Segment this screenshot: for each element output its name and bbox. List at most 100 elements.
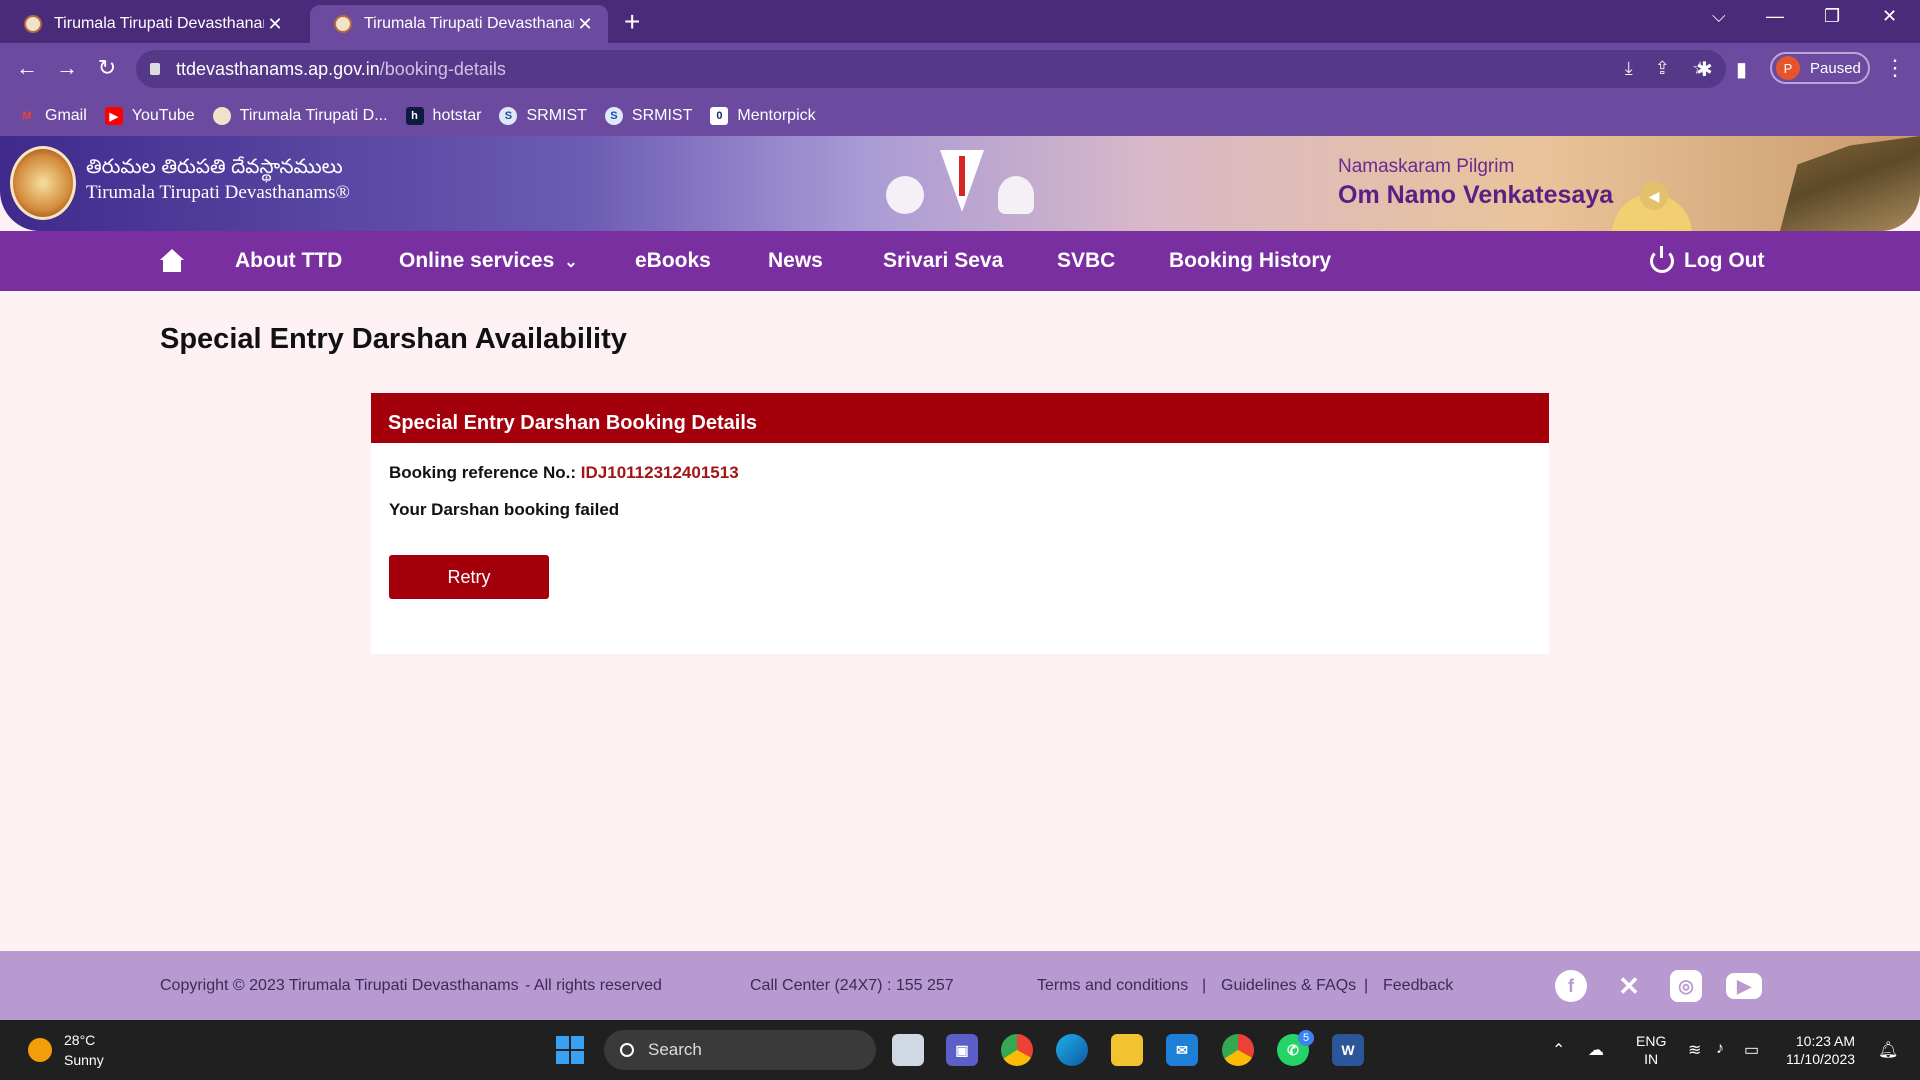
tab-title: Tirumala Tirupati Devasthanams [364,15,574,32]
profile-button[interactable]: P Paused [1770,52,1870,84]
address-bar[interactable]: ttdevasthanams.ap.gov.in /booking-detail… [136,50,1726,88]
lock-icon[interactable] [150,63,160,75]
sacred-emblems [880,146,1040,221]
logo-english-text: Tirumala Tirupati Devasthanams® [86,182,350,203]
browser-menu-icon[interactable]: ⋮ [1884,55,1906,81]
namam-icon [940,150,984,212]
ttd-icon [212,107,231,125]
minimize-icon[interactable]: — [1766,6,1784,27]
rights-text: - All rights reserved [525,977,662,994]
youtube-icon: ▶ [104,107,123,125]
file-explorer-icon[interactable] [1111,1034,1143,1066]
close-window-icon[interactable]: ✕ [1882,6,1897,27]
bookmark-youtube[interactable]: ▶ YouTube [104,107,195,125]
logout-link[interactable]: Log Out [1684,249,1764,273]
main-navigation: About TTD Online services ⌄ eBooks News S… [0,231,1920,291]
youtube-icon[interactable]: ▶ [1726,973,1762,999]
browser-tab[interactable]: Tirumala Tirupati Devasthanams ✕ [0,5,298,43]
site-footer: Copyright © 2023 Tirumala Tirupati Devas… [0,951,1920,1020]
guidelines-link[interactable]: Guidelines & FAQs [1221,977,1356,995]
bookmark-hotstar[interactable]: h hotstar [405,107,481,125]
x-twitter-icon[interactable]: ✕ [1613,970,1645,1002]
nav-svbc[interactable]: SVBC [1057,249,1115,273]
share-icon[interactable]: ⇪ [1655,58,1670,79]
word-icon[interactable]: W [1332,1034,1364,1066]
card-title: Special Entry Darshan Booking Details [371,393,1549,443]
logo-telugu-text: తిరుమల తిరుపతి దేవస్థానములు [86,156,343,178]
feedback-link[interactable]: Feedback [1383,977,1453,995]
home-icon[interactable] [160,249,184,273]
extensions-icon[interactable]: ✱ [1696,57,1713,82]
onedrive-cloud-icon[interactable]: ☁ [1588,1040,1604,1060]
language-code: ENG [1636,1033,1667,1049]
tab-search-icon[interactable]: ⌵ [1712,6,1726,27]
bookmark-srmist[interactable]: S SRMIST [499,107,587,125]
chrome-profile-icon[interactable] [1222,1034,1254,1066]
restore-icon[interactable]: ❐ [1824,6,1840,27]
back-icon[interactable]: ← [12,55,42,81]
bookmark-label: SRMIST [631,107,693,124]
new-tab-icon[interactable]: + [624,6,640,38]
ttd-favicon-icon [24,15,42,33]
nav-online-services[interactable]: Online services ⌄ [399,249,578,273]
bookmark-label: YouTube [131,107,195,124]
battery-icon[interactable]: ▭ [1744,1040,1759,1060]
copyright-text: Copyright © 2023 Tirumala Tirupati Devas… [160,977,519,994]
nav-ebooks[interactable]: eBooks [635,249,711,273]
tab-title: Tirumala Tirupati Devasthanams [54,15,264,32]
greeting-text: Namaskaram Pilgrim [1338,156,1515,177]
srmist-icon: S [499,107,518,125]
browser-tab-active[interactable]: Tirumala Tirupati Devasthanams ✕ [310,5,608,43]
power-icon[interactable] [1650,246,1674,273]
notifications-icon[interactable]: 🔔︎ [1878,1040,1898,1060]
task-view-icon[interactable] [892,1034,924,1066]
teams-chat-icon[interactable]: ▣ [946,1034,978,1066]
ttd-favicon-icon [334,15,352,33]
taskbar-search[interactable]: Search [604,1030,876,1070]
search-placeholder: Search [648,1040,702,1059]
footer-separator: | [1364,977,1369,994]
url-path: /booking-details [379,58,506,79]
volume-icon[interactable]: ♪ [1716,1040,1724,1058]
windows-start-icon[interactable] [556,1036,584,1064]
edge-icon[interactable] [1056,1034,1088,1066]
bookmark-mentorpick[interactable]: 0 Mentorpick [710,107,816,125]
search-icon [620,1043,634,1057]
conch-icon [998,176,1034,214]
bookmark-ttd[interactable]: Tirumala Tirupati D... [212,107,388,125]
forward-icon[interactable]: → [52,55,82,81]
instagram-icon[interactable]: ◎ [1670,970,1702,1002]
browser-toolbar: ← → ↻ ttdevasthanams.ap.gov.in /booking-… [0,43,1920,96]
retry-button[interactable]: Retry [389,555,549,599]
nav-srivari-seva[interactable]: Srivari Seva [883,249,1003,273]
mentorpick-icon: 0 [710,107,729,125]
terms-link[interactable]: Terms and conditions [1037,977,1188,995]
whatsapp-badge: 5 [1298,1030,1314,1046]
wifi-icon[interactable]: ≋ [1688,1040,1701,1060]
audio-speaker-icon[interactable]: ◀ [1640,182,1668,210]
system-clock[interactable]: 10:23 AM 11/10/2023 [1786,1032,1855,1068]
facebook-icon[interactable]: f [1555,970,1587,1002]
chrome-icon[interactable] [1001,1034,1033,1066]
reload-icon[interactable]: ↻ [92,55,122,81]
close-tab-icon[interactable]: ✕ [264,14,286,35]
nav-online-services-label: Online services [399,249,555,272]
nav-about-ttd[interactable]: About TTD [235,249,342,273]
mail-icon[interactable]: ✉ [1166,1034,1198,1066]
page-title: Special Entry Darshan Availability [160,323,627,355]
install-app-icon[interactable]: ⤓ [1625,58,1633,79]
nav-booking-history[interactable]: Booking History [1169,249,1331,273]
close-tab-icon[interactable]: ✕ [574,14,596,35]
footer-separator: | [1202,977,1207,994]
language-indicator[interactable]: ENG IN [1636,1032,1666,1068]
ttd-logo[interactable] [10,146,76,220]
nav-news[interactable]: News [768,249,823,273]
windows-taskbar: 28°C Sunny Search ▣ ✉ ✆ 5 W ⌃ ☁ ENG IN ≋… [0,1020,1920,1080]
weather-condition: Sunny [64,1052,104,1068]
show-hidden-icons-icon[interactable]: ⌃ [1552,1040,1565,1060]
bookmark-srmist[interactable]: S SRMIST [604,107,693,125]
bookmark-label: Mentorpick [737,107,816,124]
sun-weather-icon[interactable] [28,1038,52,1062]
side-panel-icon[interactable]: ▮ [1736,57,1747,82]
bookmark-gmail[interactable]: M Gmail [18,107,86,125]
